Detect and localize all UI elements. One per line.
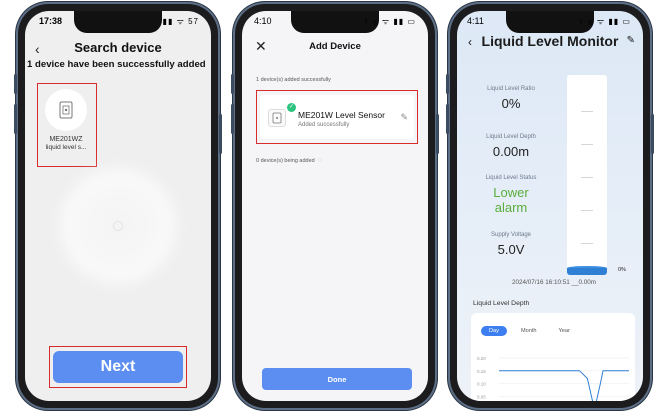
status-bar: 4:11 ᛒ ⓝ ᯤ ▮▮ ▭ bbox=[457, 16, 643, 30]
screen: 4:11 ᛒ ⓝ ᯤ ▮▮ ▭ ‹ Liquid Level Monitor ✎… bbox=[457, 11, 643, 401]
y-tick-label: 0.05 bbox=[477, 394, 486, 399]
device-name: ME201WZ bbox=[49, 136, 83, 143]
check-icon: ✓ bbox=[287, 103, 296, 112]
volume-up-button bbox=[231, 74, 234, 94]
metric-label: Liquid Level Status bbox=[485, 175, 537, 181]
screen: 4:10 ᛒ ⓝ ᯤ ▮▮ ▭ ✕ Add Device 1 device(s)… bbox=[242, 11, 428, 401]
metric-value: 5.0V bbox=[497, 242, 525, 257]
page-title: Liquid Level Monitor bbox=[481, 33, 619, 49]
metric-level-status: Liquid Level Status Lower alarm bbox=[471, 175, 551, 215]
tank-percent: 0% bbox=[618, 267, 626, 273]
status-icons: ᛒ ⓝ ᯤ ▮▮ ▭ bbox=[578, 17, 631, 26]
tank-tick bbox=[581, 177, 593, 178]
screen: 17:38 ▮▮ ᯤ 57 ‹ Search device 1 device h… bbox=[25, 11, 211, 401]
power-button bbox=[651, 114, 654, 154]
search-radar bbox=[63, 171, 173, 281]
power-button bbox=[219, 114, 222, 154]
phone-liquid-level-monitor: 4:11 ᛒ ⓝ ᯤ ▮▮ ▭ ‹ Liquid Level Monitor ✎… bbox=[446, 4, 654, 408]
liquid-tank-gauge bbox=[567, 75, 607, 275]
metric-level-depth: Liquid Level Depth 0.00m bbox=[471, 134, 551, 159]
metric-value: 0% bbox=[501, 96, 521, 111]
radar-center-icon bbox=[113, 221, 123, 231]
y-tick-label: 0.10 bbox=[477, 382, 486, 387]
volume-down-button bbox=[14, 104, 17, 134]
phone-search-device: 17:38 ▮▮ ᯤ 57 ‹ Search device 1 device h… bbox=[14, 4, 222, 408]
volume-up-button bbox=[446, 74, 449, 94]
device-icon bbox=[45, 89, 87, 131]
edit-icon[interactable]: ✎ bbox=[627, 35, 635, 46]
metric-value: 0.00m bbox=[492, 144, 530, 159]
status-time: 4:10 bbox=[254, 16, 272, 26]
device-card[interactable]: ✓ ME201W Level Sensor Added successfully… bbox=[260, 95, 414, 139]
page-title: Search device bbox=[74, 40, 162, 55]
power-button bbox=[436, 114, 439, 154]
chart-title: Liquid Level Depth bbox=[473, 300, 530, 307]
last-update-time: 2024/07/16 16:10:51 __0.00m bbox=[512, 279, 597, 286]
device-icon bbox=[268, 109, 286, 127]
device-status: Added successfully bbox=[298, 122, 350, 128]
volume-down-button bbox=[231, 104, 234, 134]
status-bar: 17:38 ▮▮ ᯤ 57 bbox=[25, 16, 211, 30]
status-icons: ▮▮ ᯤ 57 bbox=[162, 17, 199, 26]
status-icons: ᛒ ⓝ ᯤ ▮▮ ▭ bbox=[363, 17, 416, 26]
added-count-text: 1 device(s) added successfully bbox=[256, 77, 331, 83]
metric-label: Liquid Level Depth bbox=[486, 134, 536, 140]
tank-tick bbox=[581, 111, 593, 112]
phone-add-device: 4:10 ᛒ ⓝ ᯤ ▮▮ ▭ ✕ Add Device 1 device(s)… bbox=[231, 4, 439, 408]
y-tick-label: 0.20 bbox=[477, 356, 486, 361]
status-bar: 4:10 ᛒ ⓝ ᯤ ▮▮ ▭ bbox=[242, 16, 428, 30]
success-message: 1 device have been successfully added bbox=[27, 59, 206, 70]
next-button[interactable]: Next bbox=[53, 351, 183, 383]
status-time: 17:38 bbox=[39, 16, 63, 26]
adding-count-text: 0 device(s) being added bbox=[256, 158, 315, 164]
depth-chart-card: Day Month Year 0.20 0.15 0.10 0.05 bbox=[471, 313, 635, 401]
adding-status: 0 device(s) being added ◌ bbox=[256, 157, 322, 164]
status-time: 4:11 bbox=[467, 16, 484, 26]
tank-water bbox=[567, 268, 607, 275]
edit-icon[interactable]: ✎ bbox=[400, 112, 408, 123]
metric-level-ratio: Liquid Level Ratio 0% bbox=[471, 86, 551, 111]
device-description: liquid level s... bbox=[45, 144, 87, 151]
device-tile[interactable]: ME201WZ liquid level s... bbox=[41, 85, 91, 152]
page-title: Add Device bbox=[309, 41, 361, 52]
loading-spinner-icon: ◌ bbox=[317, 157, 322, 164]
y-tick-label: 0.15 bbox=[477, 369, 486, 374]
tank-tick bbox=[581, 144, 593, 145]
volume-down-button bbox=[446, 104, 449, 134]
tank-tick bbox=[581, 210, 593, 211]
metric-supply-voltage: Supply Voltage 5.0V bbox=[471, 232, 551, 257]
metric-value: Lower alarm bbox=[493, 185, 529, 215]
metric-label: Supply Voltage bbox=[490, 232, 532, 238]
metric-label: Liquid Level Ratio bbox=[487, 86, 535, 92]
volume-up-button bbox=[14, 74, 17, 94]
tank-tick bbox=[581, 243, 593, 244]
device-name: ME201W Level Sensor bbox=[298, 110, 385, 120]
done-button[interactable]: Done bbox=[262, 368, 412, 390]
depth-line-chart: 0.20 0.15 0.10 0.05 bbox=[477, 356, 629, 401]
